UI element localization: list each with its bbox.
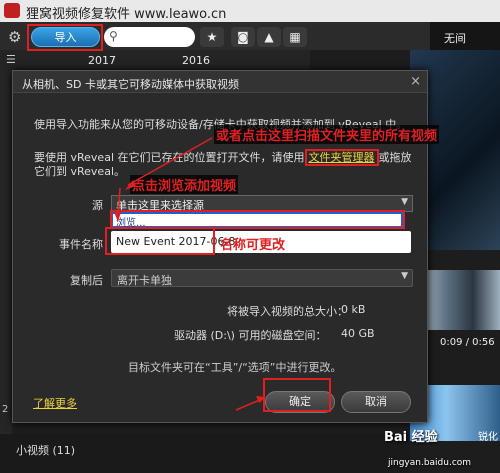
watermark-logo: Bai 经验 (384, 430, 438, 445)
watermark-url: jingyan.baidu.com (388, 458, 472, 468)
annotation-arrows (114, 137, 266, 411)
